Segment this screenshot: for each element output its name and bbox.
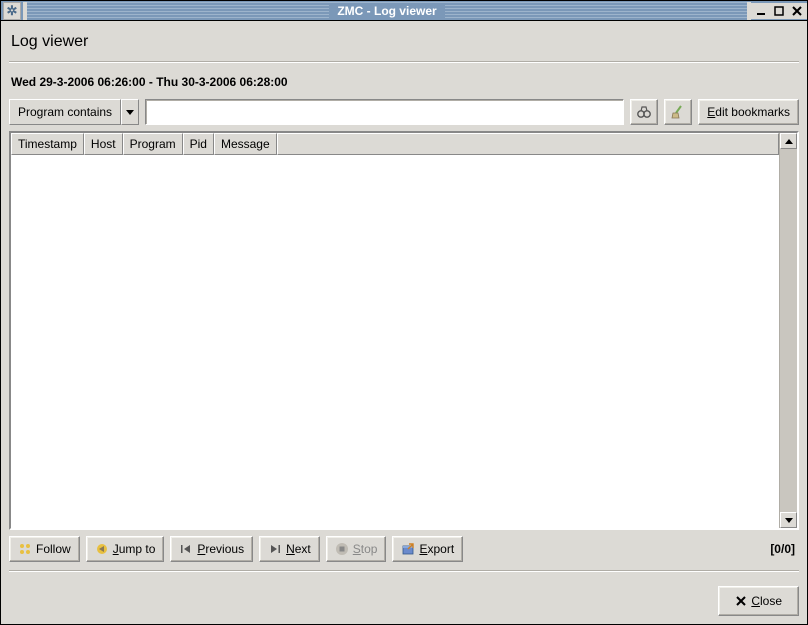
- record-counter: [0/0]: [770, 542, 799, 556]
- column-header-timestamp[interactable]: Timestamp: [11, 133, 84, 155]
- log-table: Timestamp Host Program Pid Message: [9, 131, 799, 530]
- separator: [9, 61, 799, 63]
- column-header-message[interactable]: Message: [214, 133, 277, 155]
- jump-to-button[interactable]: Jump to: [86, 536, 165, 562]
- next-button[interactable]: Next: [259, 536, 320, 562]
- minimize-button[interactable]: [753, 3, 769, 19]
- export-button[interactable]: Export: [392, 536, 463, 562]
- filter-mode-dropdown-button[interactable]: [121, 99, 139, 125]
- table-header: Timestamp Host Program Pid Message: [11, 133, 779, 155]
- close-x-icon: [735, 595, 747, 607]
- minimize-icon: [756, 6, 766, 16]
- scroll-down-button[interactable]: [780, 512, 797, 528]
- scroll-track[interactable]: [780, 149, 797, 512]
- filter-input[interactable]: [145, 99, 624, 125]
- edit-bookmarks-button[interactable]: Edit bookmarks: [698, 99, 799, 125]
- broom-icon: [670, 104, 686, 120]
- close-icon: [792, 6, 802, 16]
- separator-bottom: [9, 570, 799, 572]
- scroll-up-button[interactable]: [780, 133, 797, 149]
- date-range: Wed 29-3-2006 06:26:00 - Thu 30-3-2006 0…: [9, 71, 799, 93]
- dialog-footer: Close: [9, 580, 799, 616]
- bottom-toolbar: Follow Jump to Previous: [9, 536, 799, 562]
- column-header-host[interactable]: Host: [84, 133, 123, 155]
- column-header-spacer: [277, 133, 779, 155]
- filter-mode-combo[interactable]: Program contains: [9, 99, 139, 125]
- app-window: ✲ ZMC - Log viewer Log viewer Wed 29-3-2…: [0, 0, 808, 625]
- stop-icon: [335, 542, 349, 556]
- close-window-button[interactable]: [789, 3, 805, 19]
- follow-button[interactable]: Follow: [9, 536, 80, 562]
- arrow-down-icon: [785, 518, 793, 523]
- next-icon: [268, 542, 282, 556]
- clear-filter-button[interactable]: [664, 99, 692, 125]
- table-body[interactable]: [11, 155, 779, 528]
- follow-label: Follow: [36, 542, 71, 556]
- column-header-program[interactable]: Program: [123, 133, 183, 155]
- titlebar[interactable]: ✲ ZMC - Log viewer: [1, 1, 807, 21]
- maximize-button[interactable]: [771, 3, 787, 19]
- chevron-down-icon: [126, 110, 134, 115]
- stop-button[interactable]: Stop: [326, 536, 387, 562]
- previous-icon: [179, 542, 193, 556]
- log-table-area: Timestamp Host Program Pid Message: [11, 133, 779, 528]
- window-title: ZMC - Log viewer: [329, 4, 444, 18]
- filter-mode-label: Program contains: [9, 99, 121, 125]
- previous-button[interactable]: Previous: [170, 536, 253, 562]
- export-icon: [401, 542, 415, 556]
- search-button[interactable]: [630, 99, 658, 125]
- vertical-scrollbar[interactable]: [779, 133, 797, 528]
- close-button[interactable]: Close: [718, 586, 799, 616]
- arrow-up-icon: [785, 139, 793, 144]
- maximize-icon: [774, 6, 784, 16]
- app-icon: ✲: [3, 2, 21, 20]
- filter-toolbar: Program contains Edit b: [9, 99, 799, 125]
- column-header-pid[interactable]: Pid: [183, 133, 214, 155]
- jump-to-icon: [95, 542, 109, 556]
- titlebar-drag[interactable]: ZMC - Log viewer: [27, 2, 747, 20]
- window-content: Log viewer Wed 29-3-2006 06:26:00 - Thu …: [1, 21, 807, 624]
- binoculars-icon: [636, 104, 652, 120]
- follow-icon: [18, 542, 32, 556]
- page-title: Log viewer: [9, 27, 799, 53]
